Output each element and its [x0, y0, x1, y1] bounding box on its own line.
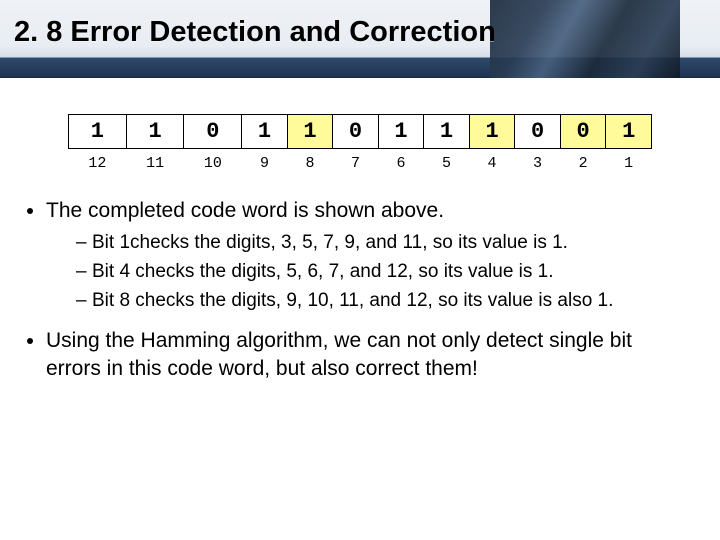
bit-cell: 1 [69, 115, 127, 149]
pos-cell: 6 [378, 149, 424, 175]
bit-cell: 0 [515, 115, 561, 149]
bit-cell-parity: 1 [287, 115, 333, 149]
bit-cell: 0 [184, 115, 242, 149]
codeword-figure: 1 1 0 1 1 0 1 1 1 0 0 1 12 11 10 9 8 7 6… [68, 114, 652, 175]
pos-cell: 4 [469, 149, 515, 175]
sub-bullet: Bit 4 checks the digits, 5, 6, 7, and 12… [76, 259, 692, 284]
slide-header: 2. 8 Error Detection and Correction [0, 0, 720, 78]
slide-title: 2. 8 Error Detection and Correction [14, 16, 496, 49]
codeword-table: 1 1 0 1 1 0 1 1 1 0 0 1 12 11 10 9 8 7 6… [68, 114, 652, 175]
bullet-2: Using the Hamming algorithm, we can not … [46, 327, 692, 382]
slide-body: The completed code word is shown above. … [28, 197, 692, 383]
bit-cell: 1 [126, 115, 184, 149]
bullet-1-text: The completed code word is shown above. [46, 199, 444, 222]
pos-cell: 1 [606, 149, 652, 175]
pos-cell: 11 [126, 149, 184, 175]
pos-cell: 8 [287, 149, 333, 175]
pos-cell: 12 [69, 149, 127, 175]
bit-cell: 0 [333, 115, 379, 149]
bit-cell-parity: 1 [469, 115, 515, 149]
pos-cell: 3 [515, 149, 561, 175]
sub-bullet: Bit 8 checks the digits, 9, 10, 11, and … [76, 288, 692, 313]
pos-cell: 9 [242, 149, 288, 175]
pos-cell: 2 [560, 149, 606, 175]
bit-cell-parity: 0 [560, 115, 606, 149]
bullet-1: The completed code word is shown above. … [46, 197, 692, 314]
bit-cell: 1 [424, 115, 470, 149]
pos-cell: 5 [424, 149, 470, 175]
bit-cell: 1 [378, 115, 424, 149]
codeword-position-row: 12 11 10 9 8 7 6 5 4 3 2 1 [69, 149, 652, 175]
bullet-1-sublist: Bit 1checks the digits, 3, 5, 7, 9, and … [46, 230, 692, 313]
pos-cell: 10 [184, 149, 242, 175]
decorative-photo [490, 0, 680, 78]
bit-cell-parity: 1 [606, 115, 652, 149]
codeword-bits-row: 1 1 0 1 1 0 1 1 1 0 0 1 [69, 115, 652, 149]
sub-bullet: Bit 1checks the digits, 3, 5, 7, 9, and … [76, 230, 692, 255]
bit-cell: 1 [242, 115, 288, 149]
pos-cell: 7 [333, 149, 379, 175]
